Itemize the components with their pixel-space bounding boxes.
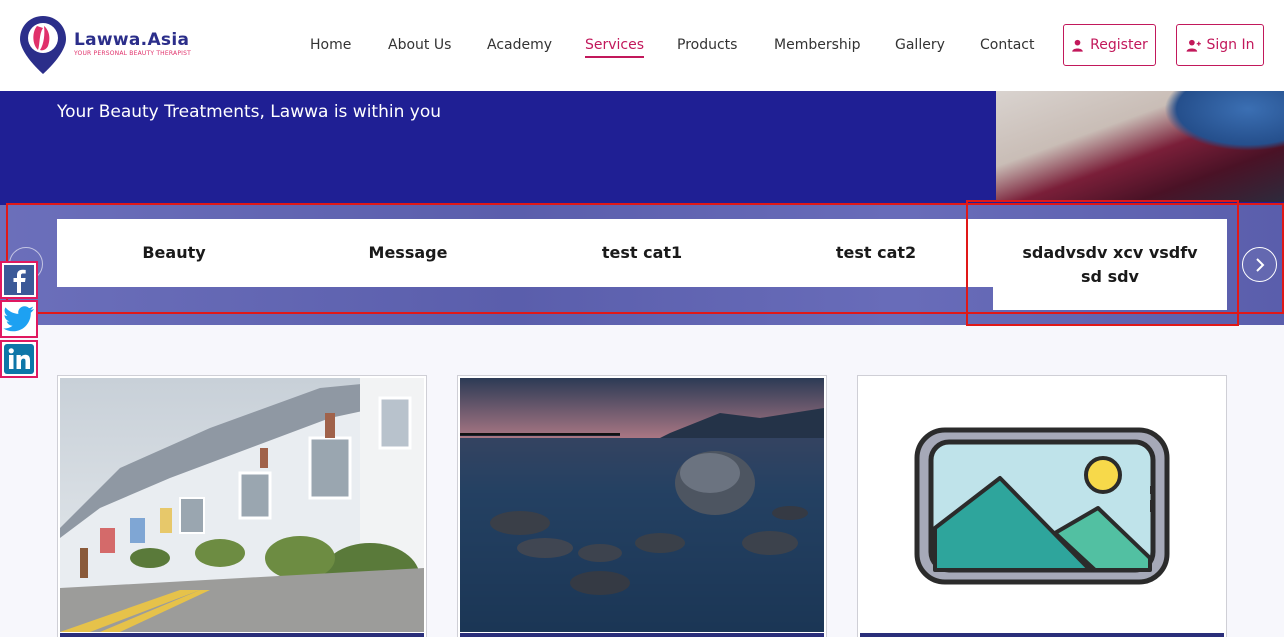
- service-card-1[interactable]: [57, 375, 427, 637]
- category-tab-beauty[interactable]: Beauty: [57, 219, 291, 287]
- service-card-3[interactable]: [857, 375, 1227, 637]
- nav-contact[interactable]: Contact: [980, 36, 1034, 54]
- card-footer: [60, 633, 424, 637]
- hero-subtitle: Your Beauty Treatments, Lawwa is within …: [57, 102, 442, 122]
- brand-tagline: YOUR PERSONAL BEAUTY THERAPIST: [74, 50, 191, 57]
- user-plus-icon: [1186, 39, 1201, 52]
- image-placeholder-icon: [860, 378, 1224, 632]
- card-footer: [460, 633, 824, 637]
- category-tab-message[interactable]: Message: [291, 219, 525, 287]
- category-tab-selected[interactable]: sdadvsdv xcv vsdfv sd sdv: [993, 219, 1227, 310]
- category-tab-test-cat2[interactable]: test cat2: [759, 219, 993, 287]
- nav-membership[interactable]: Membership: [774, 36, 861, 54]
- brand-name: Lawwa.Asia: [74, 30, 190, 50]
- nav-academy[interactable]: Academy: [487, 36, 552, 54]
- social-facebook[interactable]: [0, 261, 38, 299]
- sign-in-button[interactable]: Sign In: [1176, 24, 1264, 66]
- register-button[interactable]: Register: [1063, 24, 1156, 66]
- carousel-next-button[interactable]: [1242, 247, 1277, 282]
- facebook-icon: [4, 265, 34, 295]
- category-tab-test-cat1[interactable]: test cat1: [525, 219, 759, 287]
- site-header: Lawwa.Asia YOUR PERSONAL BEAUTY THERAPIS…: [0, 0, 1284, 91]
- logo-pin-icon: [20, 16, 66, 74]
- category-tabs: Beauty Message test cat1 test cat2 sdadv…: [57, 219, 1227, 310]
- service-card-2[interactable]: [457, 375, 827, 637]
- nav-services[interactable]: Services: [585, 36, 645, 58]
- card-image-lake: [460, 378, 824, 632]
- nav-home[interactable]: Home: [310, 36, 351, 54]
- card-image-street: [60, 378, 424, 632]
- nav-gallery[interactable]: Gallery: [895, 36, 945, 54]
- brand-logo[interactable]: Lawwa.Asia YOUR PERSONAL BEAUTY THERAPIS…: [18, 14, 218, 78]
- user-icon: [1072, 39, 1083, 52]
- chevron-right-icon: [1255, 257, 1264, 272]
- social-twitter[interactable]: [0, 300, 38, 338]
- register-label: Register: [1090, 37, 1148, 53]
- twitter-icon: [3, 306, 35, 332]
- linkedin-icon: [4, 344, 34, 374]
- social-linkedin[interactable]: [0, 340, 38, 378]
- hero-photo-detail: [1164, 91, 1284, 151]
- nav-products[interactable]: Products: [677, 36, 737, 54]
- nav-about-us[interactable]: About Us: [388, 36, 451, 54]
- sign-in-label: Sign In: [1206, 37, 1255, 53]
- card-footer: [860, 633, 1224, 637]
